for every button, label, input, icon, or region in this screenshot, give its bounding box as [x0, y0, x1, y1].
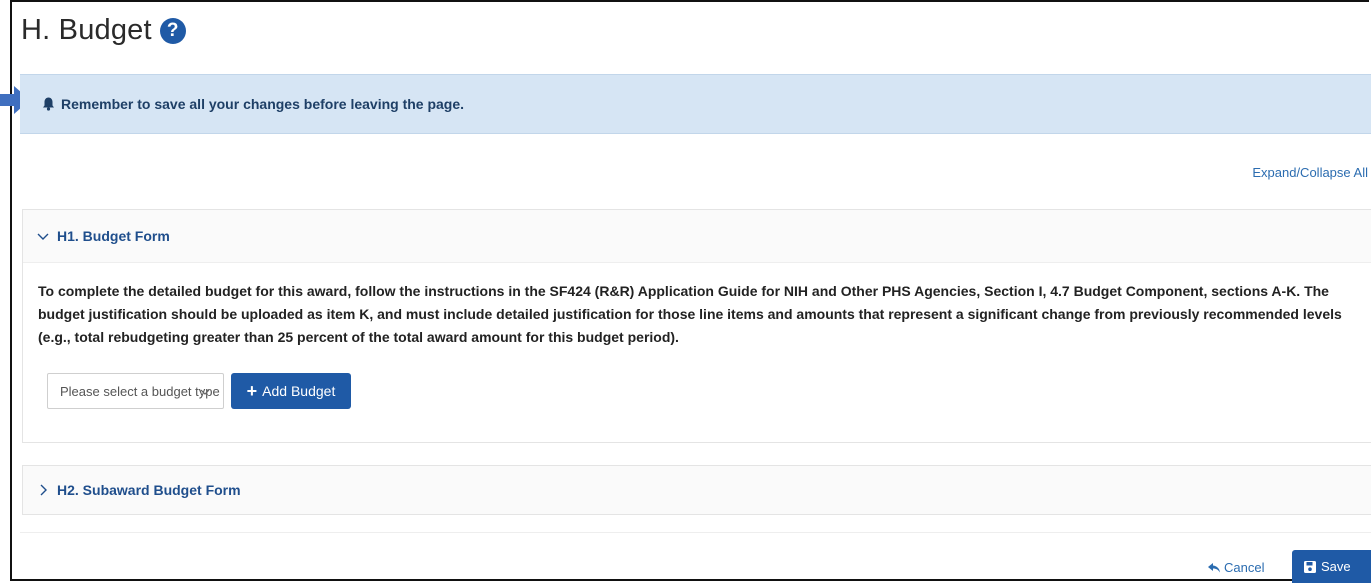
reply-icon: [1208, 562, 1220, 572]
footer-divider: [20, 532, 1371, 533]
chevron-down-icon: [200, 389, 210, 395]
chevron-right-icon: [40, 484, 47, 496]
question-circle-icon[interactable]: ?: [159, 17, 186, 44]
chevron-down-icon: [37, 233, 49, 240]
add-budget-label: Add Budget: [262, 383, 336, 399]
floppy-disk-icon: [1304, 560, 1316, 573]
budget-form-panel: H1. Budget Form To complete the detailed…: [22, 209, 1371, 443]
save-label: Save: [1321, 559, 1351, 574]
budget-instructions: To complete the detailed budget for this…: [38, 283, 1342, 345]
expand-collapse-all-link[interactable]: Expand/Collapse All: [1252, 165, 1368, 180]
page-title: H. Budget ?: [21, 14, 186, 47]
subaward-budget-panel: H2. Subaward Budget Form: [22, 465, 1371, 515]
cancel-label: Cancel: [1224, 560, 1265, 575]
alert-text: Remember to save all your changes before…: [61, 96, 465, 112]
cancel-button[interactable]: Cancel: [1208, 560, 1264, 575]
subaward-budget-header[interactable]: H2. Subaward Budget Form: [23, 466, 1371, 514]
page-title-text: H. Budget: [21, 14, 152, 46]
budget-type-placeholder: Please select a budget type: [60, 383, 220, 399]
budget-type-select[interactable]: Please select a budget type: [47, 373, 224, 409]
add-budget-button[interactable]: + Add Budget: [231, 373, 351, 409]
plus-icon: +: [246, 381, 258, 401]
budget-form-title: H1. Budget Form: [57, 228, 170, 244]
save-reminder-alert: Remember to save all your changes before…: [20, 74, 1371, 134]
bell-icon: [43, 97, 54, 111]
save-button[interactable]: Save: [1292, 550, 1371, 583]
subaward-budget-title: H2. Subaward Budget Form: [57, 482, 241, 498]
budget-form-header[interactable]: H1. Budget Form: [23, 210, 1371, 263]
